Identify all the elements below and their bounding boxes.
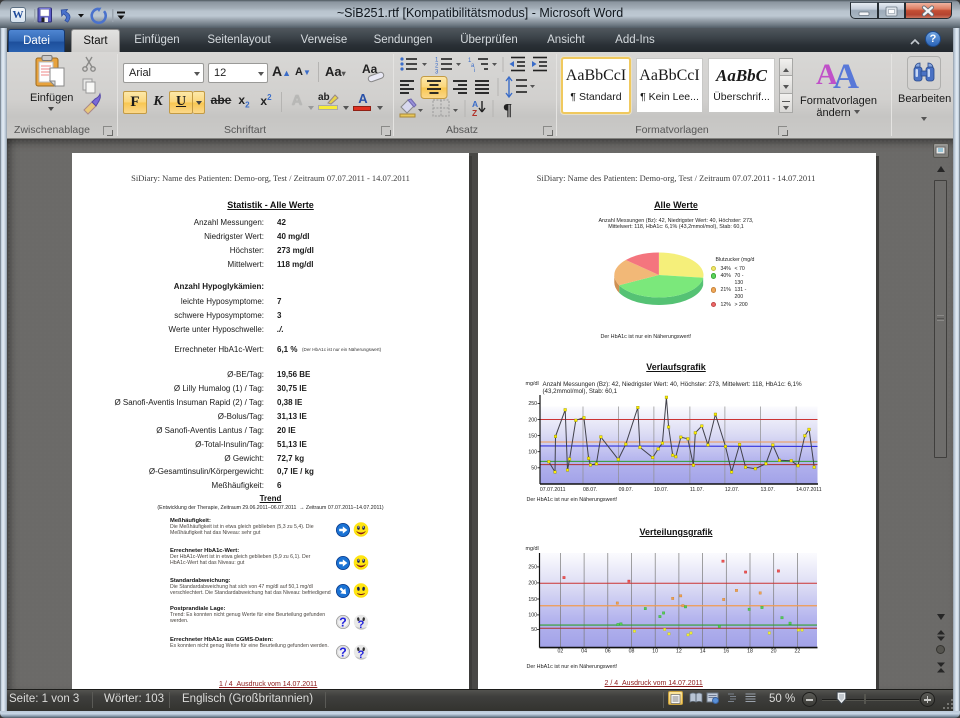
svg-text:12: 12 xyxy=(676,649,682,655)
svg-text:3: 3 xyxy=(435,70,439,76)
svg-text:18: 18 xyxy=(747,649,753,655)
svg-text:09.07.: 09.07. xyxy=(618,487,632,493)
svg-text:200: 200 xyxy=(528,581,537,587)
svg-text:Z: Z xyxy=(472,108,477,118)
svg-text:06: 06 xyxy=(604,649,610,655)
svg-text:04: 04 xyxy=(581,649,587,655)
svg-text:100: 100 xyxy=(528,613,537,619)
svg-text:150: 150 xyxy=(528,597,537,603)
svg-text:08.07.: 08.07. xyxy=(583,487,597,493)
svg-text:i: i xyxy=(474,68,475,74)
svg-text:10.07.: 10.07. xyxy=(653,487,667,493)
svg-text:150: 150 xyxy=(528,433,537,439)
svg-text:250: 250 xyxy=(528,565,537,571)
svg-text:08: 08 xyxy=(628,649,634,655)
svg-text:07.07.2011: 07.07.2011 xyxy=(539,487,565,493)
svg-text:13.07.: 13.07. xyxy=(760,487,774,493)
svg-text:12.07.: 12.07. xyxy=(724,487,738,493)
svg-text:14.07.2011: 14.07.2011 xyxy=(796,487,822,493)
svg-text:11.07.: 11.07. xyxy=(689,487,703,493)
svg-text:22: 22 xyxy=(794,649,800,655)
svg-text:14: 14 xyxy=(699,649,705,655)
svg-text:200: 200 xyxy=(528,417,537,423)
svg-text:16: 16 xyxy=(723,649,729,655)
svg-text:250: 250 xyxy=(528,401,537,407)
svg-text:10: 10 xyxy=(652,649,658,655)
svg-text:02: 02 xyxy=(557,649,563,655)
svg-text:50: 50 xyxy=(531,466,537,472)
svg-text:20: 20 xyxy=(770,649,776,655)
svg-text:50: 50 xyxy=(531,627,537,633)
svg-text:¶: ¶ xyxy=(503,100,512,119)
svg-text:100: 100 xyxy=(528,450,537,456)
svg-text:A: A xyxy=(833,56,859,90)
